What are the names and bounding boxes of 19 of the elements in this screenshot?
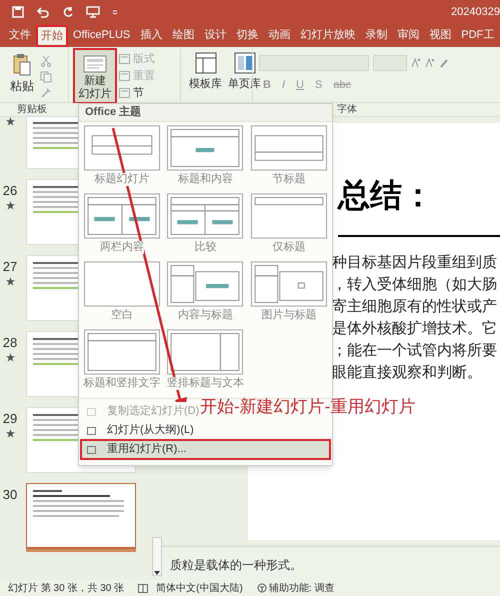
body-text-line: 寄主细胞原有的性状或产 — [332, 296, 498, 317]
body-text-line: ；能在一个试管内将所要 — [332, 340, 498, 361]
group-label: 字体 — [337, 102, 357, 117]
window-title: 20240329 — [451, 4, 500, 20]
slide-number: 29 — [2, 410, 18, 428]
body-text-line: ，转入受体细胞（如大肠 — [332, 274, 498, 295]
slide-number: 27 — [2, 258, 18, 276]
group-label: 剪贴板 — [17, 102, 47, 117]
slide-number: 26 — [2, 182, 18, 200]
slide-number: 30 — [2, 486, 18, 504]
speaker-notes: 质粒是载体的一种形式。 — [170, 558, 302, 572]
slide-count: 幻灯片 第 30 张，共 30 张 — [8, 582, 124, 596]
menu-header: Office 主题 — [85, 104, 142, 120]
slide-title: 总结： — [338, 176, 435, 215]
body-text-line: 种目标基因片段重组到质 — [332, 252, 498, 273]
annotation-text: 开始-新建幻灯片-重用幻灯片 — [200, 396, 416, 418]
body-text-line: 是体外核酸扩增技术。它 — [332, 318, 498, 339]
body-text-line: 眼能直接观察和判断。 — [332, 362, 483, 383]
slide-number: 28 — [2, 334, 18, 352]
